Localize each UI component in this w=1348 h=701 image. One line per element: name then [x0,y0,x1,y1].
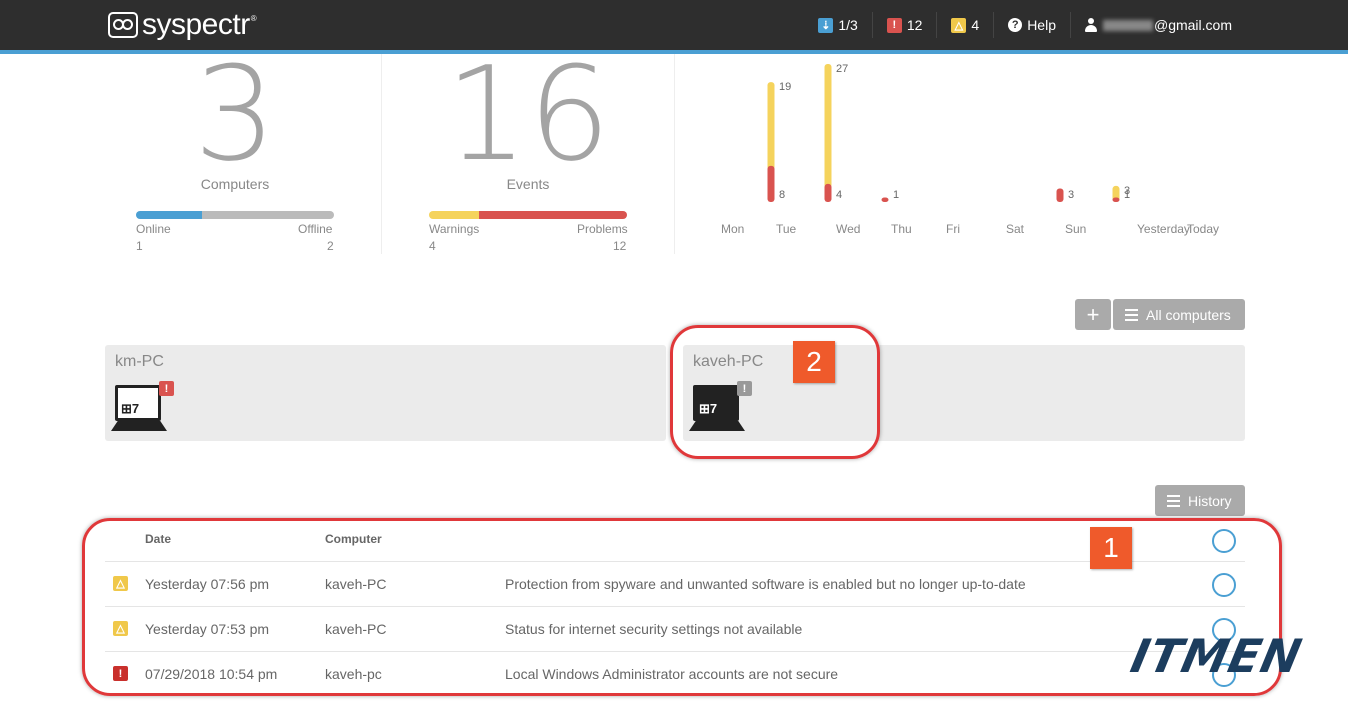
computers-online-bar [136,211,334,219]
computers-status-icon: ⇣ [818,17,834,33]
day-label-thu: Thu [891,222,912,236]
add-icon: + [1086,301,1100,327]
nav-user[interactable]: @gmail.com [1069,12,1246,38]
nav-computers-status[interactable]: ⇣ 1/3 [804,12,871,38]
day-label-today: Today [1187,222,1220,236]
laptop-base [111,421,167,431]
all-computers-button[interactable]: All computers [1113,299,1245,330]
glasses-icon [108,12,138,38]
day-label-fri: Fri [946,222,960,236]
redacted-email-part [1102,19,1153,31]
bar-problems-yesterday [1112,197,1120,202]
events-bar [429,211,627,219]
user-icon [1084,18,1097,32]
callout-number-1: 1 [1090,527,1132,569]
top-nav: ⇣ 1/3 ! 12 △ 4 ? Help @gmail.com [804,0,1246,50]
events-count: 16 [445,38,611,190]
bar-problems-sun [1056,188,1064,202]
weekly-events-chart: 8 19 4 27 1 3 1 3 Mon Tue Wed Thu Fri Sat Sun Yesterda… [700,54,1220,244]
problems-count: 12 [906,17,923,33]
registered-mark: ® [250,13,257,23]
divider [381,54,382,254]
day-label-yesterday: Yesterday [1137,222,1190,236]
help-label: Help [1027,17,1056,33]
bar-problems-thu [881,197,889,202]
offline-label: Offline [298,222,333,236]
computer-name: km-PC [115,353,164,370]
computers-stat[interactable]: 3 Computers [136,38,334,192]
bar-label-problems-thu: 1 [893,189,899,201]
bar-problems-tue [767,165,775,202]
nav-problems[interactable]: ! 12 [871,12,937,38]
day-label-mon: Mon [721,222,745,236]
all-computers-label: All computers [1146,306,1231,323]
bar-warnings-tue [767,82,775,170]
callout-number-2: 2 [793,341,835,383]
offline-count: 2 [327,239,334,253]
bar-label-problems-wed: 4 [836,189,842,201]
bar-problems-wed [824,183,832,202]
history-label: History [1188,492,1232,509]
bar-label-warnings-tue: 19 [779,81,791,93]
problems-label: Problems [577,222,628,236]
syspectr-logo[interactable]: syspectr ® [108,8,257,42]
windows-7-icon: ⊞7 [121,401,140,416]
warning-icon: △ [951,17,967,33]
computer-card-km-pc[interactable]: km-PC ⊞7 ! [105,345,666,441]
problems-total: 12 [613,239,627,253]
user-email: @gmail.com [1153,17,1232,33]
computers-count: 3 [193,38,277,190]
help-icon: ? [1008,18,1023,32]
day-label-sun: Sun [1065,222,1087,236]
day-label-sat: Sat [1006,222,1025,236]
list-icon [1125,308,1138,321]
laptop-icon: ⊞7 ! [111,381,174,435]
alert-badge: ! [159,381,174,396]
day-label-wed: Wed [836,222,861,236]
bar-warnings-wed [824,64,832,188]
day-label-tue: Tue [776,222,797,236]
callout-ring-2 [670,325,880,459]
nav-help[interactable]: ? Help [993,12,1070,38]
bar-label-problems-sun: 3 [1068,189,1074,201]
problems-bar-segment [478,211,627,219]
problem-icon: ! [886,17,902,33]
bar-label-warnings-yesterday: 3 [1124,185,1130,197]
nav-warnings[interactable]: △ 4 [936,12,993,38]
online-label: Online [136,222,171,236]
history-button[interactable]: History [1155,485,1245,516]
computers-label: Computers [200,176,270,192]
warnings-total: 4 [429,239,436,253]
events-stat[interactable]: 16 Events [429,38,627,192]
itmen-watermark: ITMEN [1126,629,1307,683]
computers-status-count: 1/3 [838,17,858,33]
warnings-label: Warnings [429,222,480,236]
bar-label-problems-tue: 8 [779,189,785,201]
brand-name: syspectr [142,8,250,41]
offline-bar-segment [201,211,334,219]
divider [674,54,675,254]
online-bar-segment [136,211,202,219]
list-icon [1167,494,1180,507]
chart-svg: 8194271 3 13 [767,63,1130,202]
warnings-count: 4 [971,17,980,33]
bar-label-warnings-wed: 27 [836,63,848,75]
warnings-bar-segment [429,211,479,219]
online-count: 1 [136,239,143,253]
add-computer-button[interactable]: + [1075,299,1111,330]
